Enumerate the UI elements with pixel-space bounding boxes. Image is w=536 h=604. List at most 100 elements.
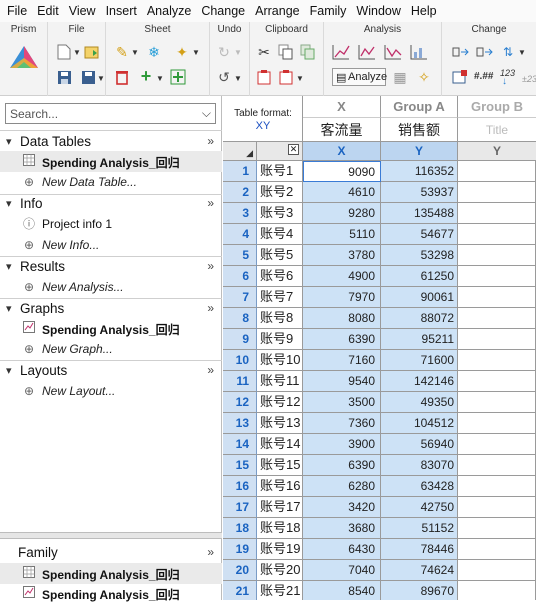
prism-logo-icon[interactable] (8, 44, 40, 72)
empty-cell[interactable] (458, 203, 536, 224)
empty-cell[interactable] (458, 371, 536, 392)
x-value-cell[interactable]: 3420 (303, 497, 381, 518)
row-title-cell[interactable]: 账号5 (257, 245, 303, 266)
row-number[interactable]: 15 (223, 455, 257, 476)
nav-item-new-analysis[interactable]: ⊕ New Analysis... (0, 277, 222, 298)
number-format-icon[interactable]: #.## (474, 69, 493, 85)
insert-column-icon[interactable] (170, 69, 186, 85)
collapse-icon[interactable]: ▾ (6, 302, 12, 315)
save-as-icon[interactable] (80, 70, 96, 86)
double-chevron-icon[interactable]: » (207, 196, 214, 210)
chevron-down-icon[interactable]: ▼ (131, 48, 139, 57)
row-number[interactable]: 1 (223, 161, 257, 182)
row-title-cell[interactable]: 账号14 (257, 434, 303, 455)
copy-icon[interactable] (278, 44, 294, 60)
family-item-data-table[interactable]: Spending Analysis_回归 (0, 563, 222, 584)
y-value-cell[interactable]: 95211 (381, 329, 458, 350)
x-value-cell[interactable]: 3900 (303, 434, 381, 455)
graph-format-icon[interactable] (452, 69, 468, 85)
y-value-cell[interactable]: 88072 (381, 308, 458, 329)
results-sheet-icon[interactable]: ▦ (392, 69, 408, 85)
y-value-cell[interactable]: 42750 (381, 497, 458, 518)
row-title-cell[interactable]: 账号19 (257, 539, 303, 560)
x-value-cell[interactable]: 7160 (303, 350, 381, 371)
y-value-cell[interactable]: 53937 (381, 182, 458, 203)
select-all-corner[interactable]: ◢ (223, 142, 257, 161)
delete-sheet-icon[interactable] (114, 69, 130, 85)
y-value-cell[interactable]: 90061 (381, 287, 458, 308)
x-value-cell[interactable]: 9540 (303, 371, 381, 392)
row-title-cell[interactable]: 账号1 (257, 161, 303, 182)
chevron-down-icon[interactable]: ⌵ (202, 106, 211, 121)
row-title-cell[interactable]: 账号6 (257, 266, 303, 287)
transpose-icon[interactable] (452, 44, 469, 60)
row-title-cell[interactable]: 账号13 (257, 413, 303, 434)
section-info[interactable]: ▾ Info » (0, 194, 222, 214)
empty-cell[interactable] (458, 308, 536, 329)
row-title-cell[interactable]: 账号11 (257, 371, 303, 392)
xy-analysis-icon[interactable] (332, 44, 350, 60)
chevron-down-icon[interactable]: ▼ (192, 48, 200, 57)
y-value-cell[interactable]: 51152 (381, 518, 458, 539)
section-data-tables[interactable]: ▾ Data Tables » (0, 132, 222, 152)
stats-analysis-icon[interactable] (410, 44, 427, 60)
nav-item-new-info[interactable]: ⊕ New Info... (0, 235, 222, 256)
empty-cell[interactable] (458, 434, 536, 455)
x-value-cell[interactable]: 3680 (303, 518, 381, 539)
double-chevron-icon[interactable]: » (207, 134, 214, 148)
nav-item-graph[interactable]: Spending Analysis_回归 (0, 318, 222, 339)
empty-cell[interactable] (458, 518, 536, 539)
open-file-icon[interactable] (84, 44, 100, 60)
y-value-cell[interactable]: 104512 (381, 413, 458, 434)
empty-cell[interactable] (458, 182, 536, 203)
column-a-title[interactable]: 销售额 (381, 118, 458, 142)
y-value-cell[interactable]: 78446 (381, 539, 458, 560)
nav-item-data-table[interactable]: Spending Analysis_回归 (0, 151, 222, 172)
search-input[interactable]: Search... ⌵ (5, 103, 216, 124)
row-number[interactable]: 12 (223, 392, 257, 413)
add-sheet-icon[interactable]: + (138, 67, 154, 85)
row-title-cell[interactable]: 账号21 (257, 581, 303, 600)
subcolumn-x-header[interactable]: X (303, 142, 381, 161)
chevron-down-icon[interactable]: ▼ (97, 74, 105, 83)
row-title-cell[interactable]: 账号12 (257, 392, 303, 413)
row-title-cell[interactable]: 账号15 (257, 455, 303, 476)
move-column-icon[interactable] (476, 44, 493, 60)
copy-embed-icon[interactable] (300, 44, 316, 60)
y-value-cell[interactable]: 49350 (381, 392, 458, 413)
row-title-cell[interactable]: 账号20 (257, 560, 303, 581)
x-value-cell[interactable]: 7040 (303, 560, 381, 581)
x-value-cell[interactable]: 6280 (303, 476, 381, 497)
empty-cell[interactable] (458, 539, 536, 560)
row-title-cell[interactable]: 账号4 (257, 224, 303, 245)
section-family[interactable]: Family » (0, 543, 222, 563)
menu-view[interactable]: View (66, 4, 103, 18)
double-chevron-icon[interactable]: » (207, 259, 214, 273)
cut-icon[interactable]: ✂ (256, 44, 272, 60)
y-value-cell[interactable]: 71600 (381, 350, 458, 371)
column-x-group-header[interactable]: X (303, 96, 381, 118)
row-title-cell[interactable]: 账号18 (257, 518, 303, 539)
x-value-cell[interactable]: 6390 (303, 329, 381, 350)
row-number[interactable]: 21 (223, 581, 257, 600)
y-value-cell[interactable]: 54677 (381, 224, 458, 245)
row-title-cell[interactable]: 账号3 (257, 203, 303, 224)
paste-special-icon[interactable] (278, 69, 294, 85)
row-number[interactable]: 17 (223, 497, 257, 518)
row-number[interactable]: 4 (223, 224, 257, 245)
table-format-cell[interactable]: Table format: XY (223, 96, 303, 142)
nav-item-new-graph[interactable]: ⊕ New Graph... (0, 339, 222, 360)
x-value-cell[interactable]: 7970 (303, 287, 381, 308)
x-value-cell[interactable]: 3500 (303, 392, 381, 413)
menu-help[interactable]: Help (408, 4, 444, 18)
empty-cell[interactable] (458, 392, 536, 413)
chevron-down-icon[interactable]: ▼ (518, 48, 526, 57)
menu-family[interactable]: Family (307, 4, 354, 18)
x-value-cell[interactable]: 6390 (303, 455, 381, 476)
empty-cell[interactable] (458, 497, 536, 518)
row-number[interactable]: 5 (223, 245, 257, 266)
row-number[interactable]: 9 (223, 329, 257, 350)
y-value-cell[interactable]: 89670 (381, 581, 458, 600)
x-value-cell[interactable]: 9090 (303, 161, 381, 182)
x-value-cell[interactable]: 8080 (303, 308, 381, 329)
